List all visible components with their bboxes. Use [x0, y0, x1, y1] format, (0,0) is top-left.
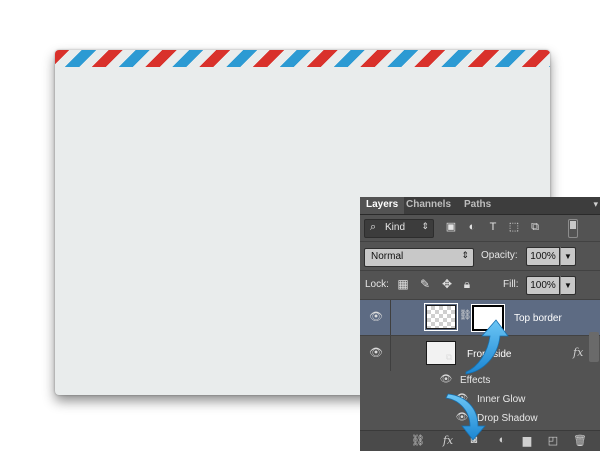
divider: [390, 336, 391, 371]
layer-mask-thumbnail[interactable]: [471, 304, 505, 332]
add-style-icon[interactable]: fx: [440, 434, 456, 447]
opacity-label: Opacity:: [481, 250, 518, 261]
scrollbar-thumb[interactable]: [589, 332, 599, 362]
kind-filter-label: Kind: [385, 222, 406, 233]
blend-mode-value: Normal: [371, 251, 404, 262]
lock-transparent-pixels-icon[interactable]: ▦: [396, 277, 410, 291]
chevron-updown-icon: ⇕: [461, 250, 469, 260]
layer-name[interactable]: Top border: [514, 313, 562, 324]
smart-object-badge-icon: ⧉: [446, 352, 453, 362]
fill-label: Fill:: [503, 279, 519, 290]
lock-image-pixels-icon[interactable]: ✎: [418, 277, 432, 291]
layer-row-front-side[interactable]: 👁︎ ⧉ Front side fx: [360, 336, 600, 371]
chevron-updown-icon: ⇕: [421, 221, 429, 231]
layer-name[interactable]: Front side: [467, 349, 511, 360]
layer-row-top-border[interactable]: 👁︎ ⛓︎ Top border: [360, 300, 600, 335]
lock-position-icon[interactable]: ✥: [440, 277, 454, 291]
delete-layer-icon[interactable]: 🗑︎: [572, 434, 588, 447]
eye-visibility-icon[interactable]: 👁︎: [455, 412, 469, 423]
eye-visibility-icon[interactable]: 👁︎: [369, 346, 383, 359]
new-group-icon[interactable]: ▆: [519, 434, 535, 447]
effect-row-inner-glow[interactable]: 👁︎ Inner Glow: [360, 390, 600, 409]
blend-mode-select[interactable]: Normal ⇕: [364, 248, 474, 267]
link-chain-icon[interactable]: ⛓︎: [459, 310, 472, 321]
layers-panel: Layers Channels Paths ▾ ⌕ Kind ⇕ ▣ ◐ T ⬚…: [360, 197, 600, 451]
effect-name: Drop Shadow: [477, 413, 538, 424]
divider: [390, 300, 391, 335]
eye-visibility-icon[interactable]: 👁︎: [455, 393, 469, 404]
tab-layers[interactable]: Layers: [360, 197, 405, 214]
image-filter-icon[interactable]: ▣: [444, 220, 458, 234]
kind-filter-select[interactable]: ⌕ Kind ⇕: [364, 219, 434, 238]
effect-row-drop-shadow[interactable]: 👁︎ Drop Shadow: [360, 409, 600, 428]
new-adjustment-layer-icon[interactable]: ◐: [494, 434, 510, 446]
panel-menu-icon[interactable]: ▾: [593, 199, 598, 210]
layer-thumbnail[interactable]: [424, 303, 458, 331]
tab-channels[interactable]: Channels: [400, 197, 457, 214]
filter-row: ⌕ Kind ⇕ ▣ ◐ T ⬚ ⧉: [360, 215, 600, 241]
search-icon: ⌕: [370, 221, 377, 233]
tab-paths[interactable]: Paths: [458, 197, 497, 214]
eye-visibility-icon[interactable]: 👁︎: [439, 374, 453, 385]
shape-filter-icon[interactable]: ⬚: [507, 220, 521, 234]
panel-tab-bar: Layers Channels Paths ▾: [360, 197, 600, 215]
airmail-stripe-border: [55, 50, 550, 67]
lock-row: Lock: ▦ ✎ ✥ 🔒︎ Fill: 100% ▼: [360, 271, 600, 299]
effects-row: 👁︎ Effects: [360, 371, 600, 390]
smart-object-filter-icon[interactable]: ⧉: [528, 220, 542, 234]
opacity-dropdown-button[interactable]: ▼: [560, 247, 576, 266]
lock-all-icon[interactable]: 🔒︎: [460, 277, 474, 292]
opacity-input[interactable]: 100%: [526, 247, 560, 266]
blend-row: Normal ⇕ Opacity: 100% ▼: [360, 242, 600, 270]
link-layers-icon[interactable]: ⛓︎: [410, 434, 426, 447]
adjustment-filter-icon[interactable]: ◐: [465, 220, 479, 234]
panel-footer-toolbar: ⛓︎ fx ◙ ◐ ▆ ◰ 🗑︎: [360, 430, 600, 451]
lock-label: Lock:: [365, 279, 389, 290]
add-mask-icon[interactable]: ◙: [466, 434, 482, 446]
fill-dropdown-button[interactable]: ▼: [560, 276, 576, 295]
filter-toggle-switch[interactable]: [568, 219, 578, 238]
new-layer-icon[interactable]: ◰: [545, 434, 561, 447]
eye-visibility-icon[interactable]: 👁︎: [369, 310, 383, 323]
fill-input[interactable]: 100%: [526, 276, 560, 295]
effects-label: Effects: [460, 375, 491, 386]
effect-name: Inner Glow: [477, 394, 526, 405]
type-filter-icon[interactable]: T: [486, 220, 500, 234]
fx-indicator-icon[interactable]: fx: [573, 346, 583, 359]
